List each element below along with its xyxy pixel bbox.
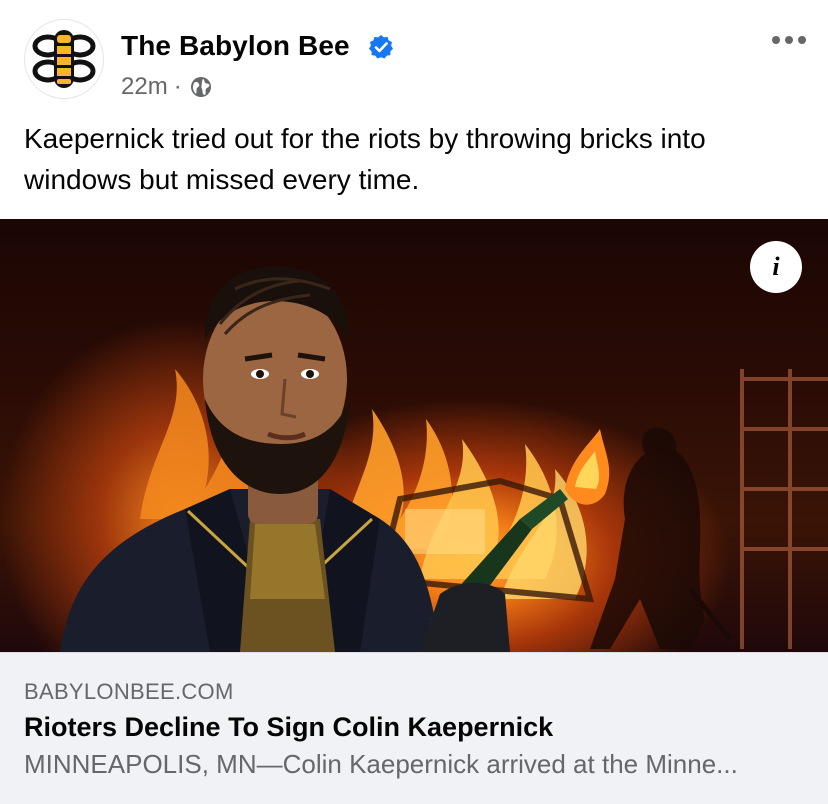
info-button[interactable]: i [750, 241, 802, 293]
link-headline[interactable]: Rioters Decline To Sign Colin Kaepernick [24, 712, 553, 743]
more-options-button[interactable] [772, 30, 806, 50]
post-caption: Kaepernick tried out for the riots by th… [24, 123, 706, 195]
bee-logo-icon [32, 30, 96, 88]
more-dot [798, 36, 806, 44]
verified-badge-icon [369, 35, 393, 59]
meta-separator: · [173, 73, 182, 100]
globe-icon [190, 77, 211, 97]
post-image[interactable]: i [0, 219, 828, 652]
riot-photo-illustration [60, 267, 828, 652]
post-meta: 22m · [121, 73, 212, 101]
info-icon: i [772, 252, 780, 281]
link-preview-card[interactable]: BABYLONBEE.COM Rioters Decline To Sign C… [0, 652, 828, 804]
page-name[interactable]: The Babylon Bee [121, 30, 350, 62]
page-avatar[interactable] [24, 19, 104, 99]
more-dot [772, 36, 780, 44]
post-time[interactable]: 22m [121, 73, 168, 101]
link-snippet: MINNEAPOLIS, MN—Colin Kaepernick arrived… [24, 749, 738, 779]
link-domain: BABYLONBEE.COM [24, 679, 234, 704]
more-dot [785, 36, 793, 44]
post-header: The Babylon Bee 22m · Kaepernick tried o… [0, 0, 828, 195]
